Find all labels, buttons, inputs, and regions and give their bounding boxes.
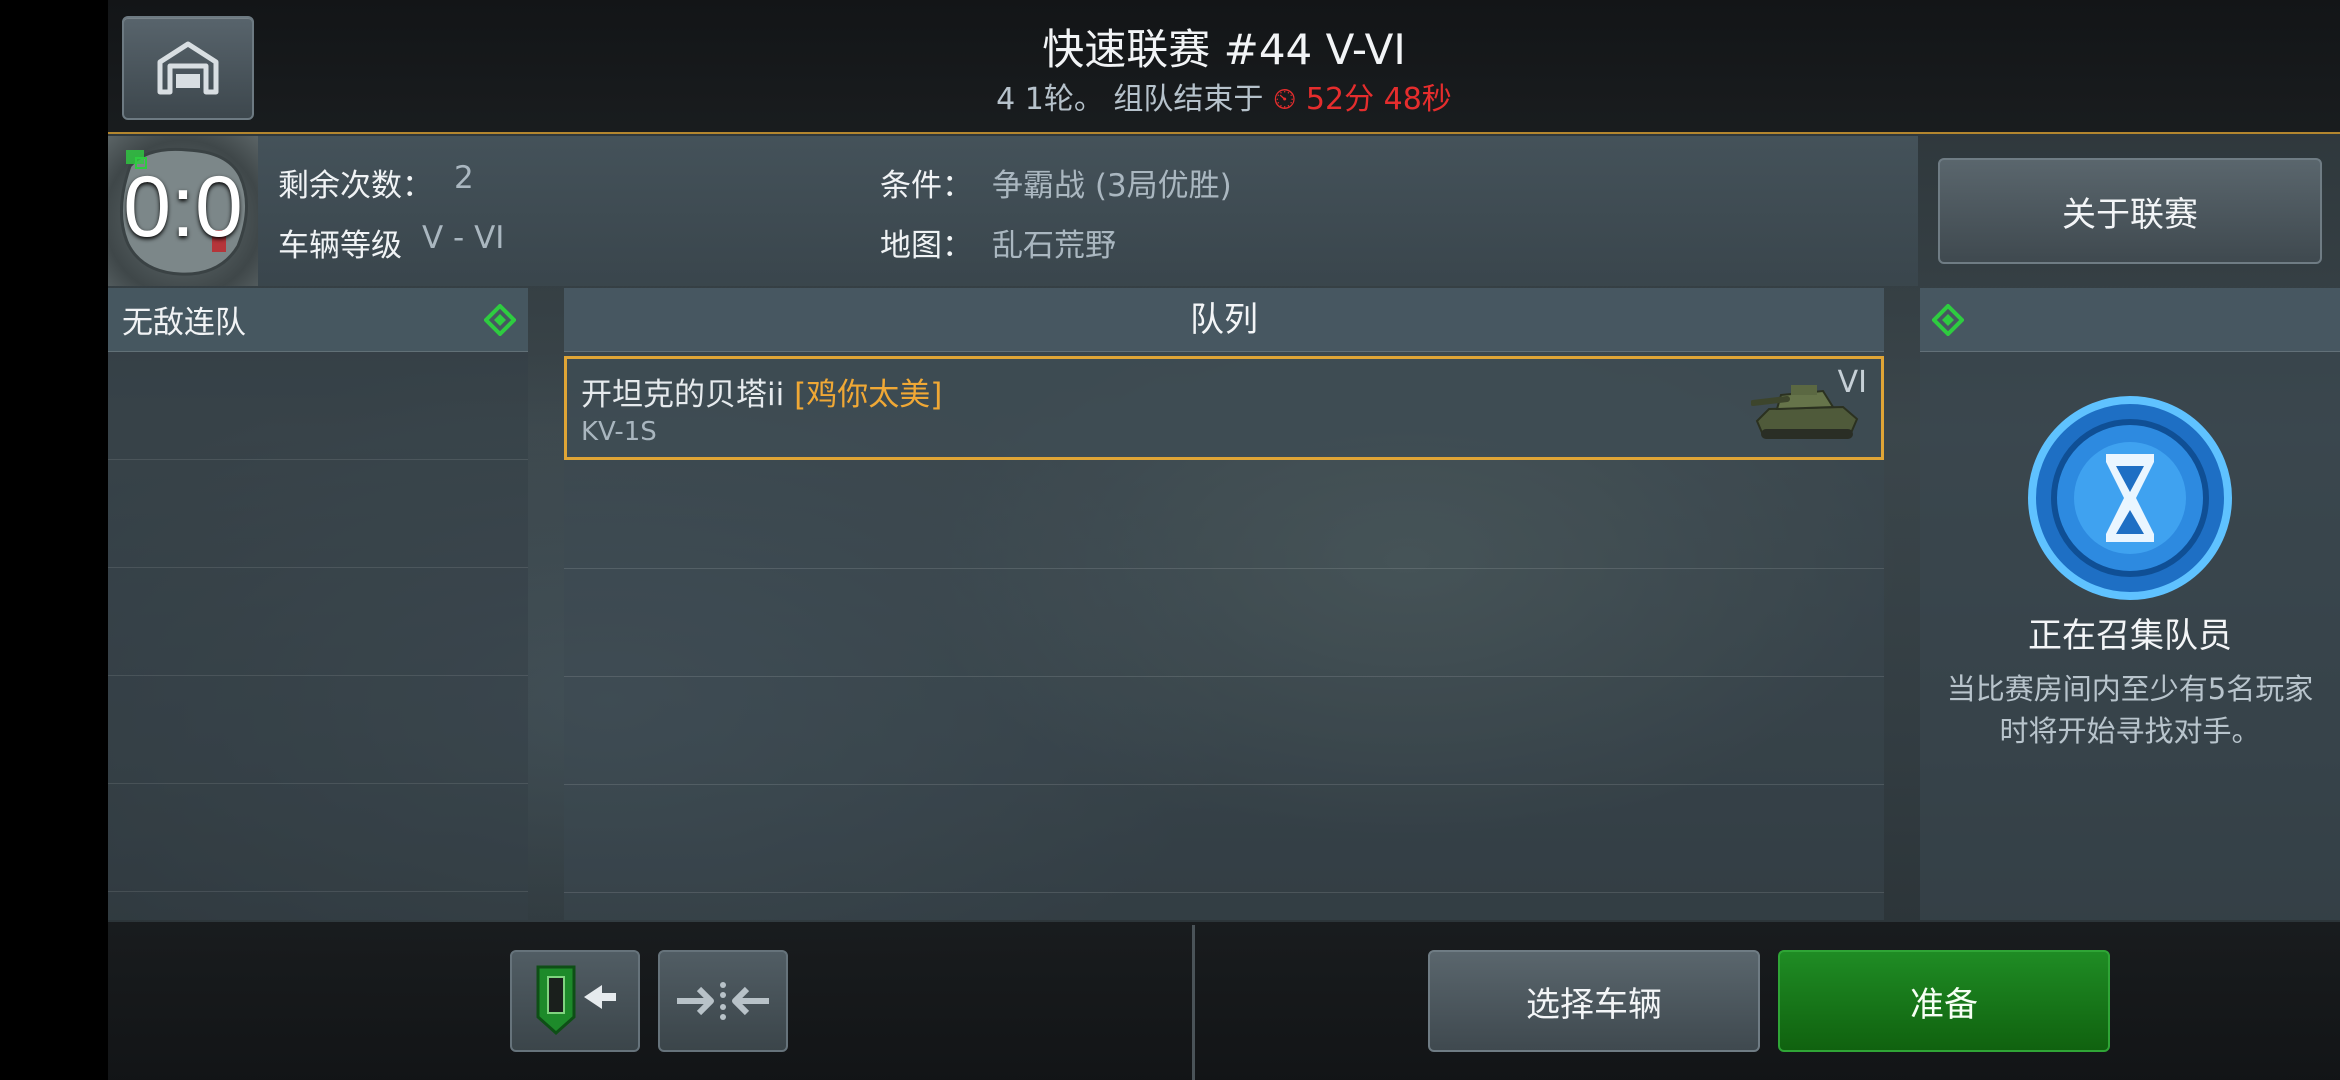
merge-teams-button[interactable] <box>658 950 788 1052</box>
queue-header: 队列 <box>564 288 1884 352</box>
condition-value: 争霸战 (3局优胜) <box>992 168 1232 204</box>
queue-divider <box>564 568 1884 569</box>
gathering-status-description: 当比赛房间内至少有5名玩家时将开始寻找对手。 <box>1946 672 2314 748</box>
select-vehicle-button[interactable]: 选择车辆 <box>1428 950 1760 1052</box>
queue-divider <box>564 784 1884 785</box>
about-tournament-button[interactable]: 关于联赛 <box>1938 158 2322 264</box>
team-panel: 无敌连队 <box>108 288 528 920</box>
opponent-diamond-icon <box>1932 304 1964 336</box>
team-slot <box>108 460 528 568</box>
round-text: 4 1轮。 组队结束于 <box>996 82 1264 117</box>
remaining-attempts-value: 2 <box>454 160 474 196</box>
queue-divider <box>564 676 1884 677</box>
timer-icon: ⏲ <box>1272 82 1297 117</box>
vehicle-tier: VI <box>1837 365 1867 400</box>
tournament-lobby-screen: 快速联赛 #44 V-VI 4 1轮。 组队结束于 ⏲ 52分 48秒 0:0 … <box>108 0 2340 1080</box>
vehicle-tier-label: 车辆等级 <box>278 228 402 264</box>
queue-panel: 队列 开坦克的贝塔ii [鸡你太美] KV-1S VI <box>564 288 1884 920</box>
queue-divider <box>564 892 1884 893</box>
remaining-attempts-label: 剩余次数： <box>278 168 433 204</box>
opponent-panel: 正在召集队员 当比赛房间内至少有5名玩家时将开始寻找对手。 <box>1920 288 2340 920</box>
player-clan-tag: [鸡你太美] <box>794 377 943 413</box>
map-value: 乱石荒野 <box>992 228 1116 264</box>
bottom-divider <box>1192 925 1195 1080</box>
top-bar: 快速联赛 #44 V-VI 4 1轮。 组队结束于 ⏲ 52分 48秒 <box>108 0 2340 134</box>
team-slot <box>108 352 528 460</box>
match-score: 0:0 <box>123 159 243 255</box>
countdown-timer: 52分 48秒 <box>1305 82 1452 117</box>
map-label: 地图： <box>880 228 973 264</box>
vehicle-tier-value: V - VI <box>422 220 505 256</box>
ready-button[interactable]: 准备 <box>1778 950 2110 1052</box>
round-info: 4 1轮。 组队结束于 ⏲ 52分 48秒 <box>108 74 2340 118</box>
leave-team-button[interactable] <box>510 950 640 1052</box>
gathering-status-title: 正在召集队员 <box>2028 616 2232 656</box>
merge-arrows-icon <box>677 982 769 1020</box>
team-header: 无敌连队 <box>108 288 528 352</box>
team-slot <box>108 784 528 892</box>
tournament-title: 快速联赛 #44 V-VI <box>1042 25 1406 74</box>
team-diamond-icon <box>484 304 516 336</box>
opponent-header <box>1920 288 2340 352</box>
team-slot <box>108 568 528 676</box>
player-vehicle: KV-1S <box>581 417 657 447</box>
map-thumbnail[interactable]: 0:0 <box>108 136 258 286</box>
player-name: 开坦克的贝塔ii [鸡你太美] <box>581 369 942 414</box>
player-nickname: 开坦克的贝塔ii <box>581 377 785 413</box>
queue-entry[interactable]: 开坦克的贝塔ii [鸡你太美] KV-1S VI <box>564 356 1884 460</box>
team-slot <box>108 676 528 784</box>
tournament-info-bar: 0:0 剩余次数： 2 车辆等级 V - VI 条件： 争霸战 (3局优胜) 地… <box>108 136 1918 286</box>
leave-team-icon <box>536 965 616 1036</box>
condition-label: 条件： <box>880 168 973 204</box>
team-name: 无敌连队 <box>122 305 246 341</box>
hourglass-icon <box>2028 396 2232 600</box>
